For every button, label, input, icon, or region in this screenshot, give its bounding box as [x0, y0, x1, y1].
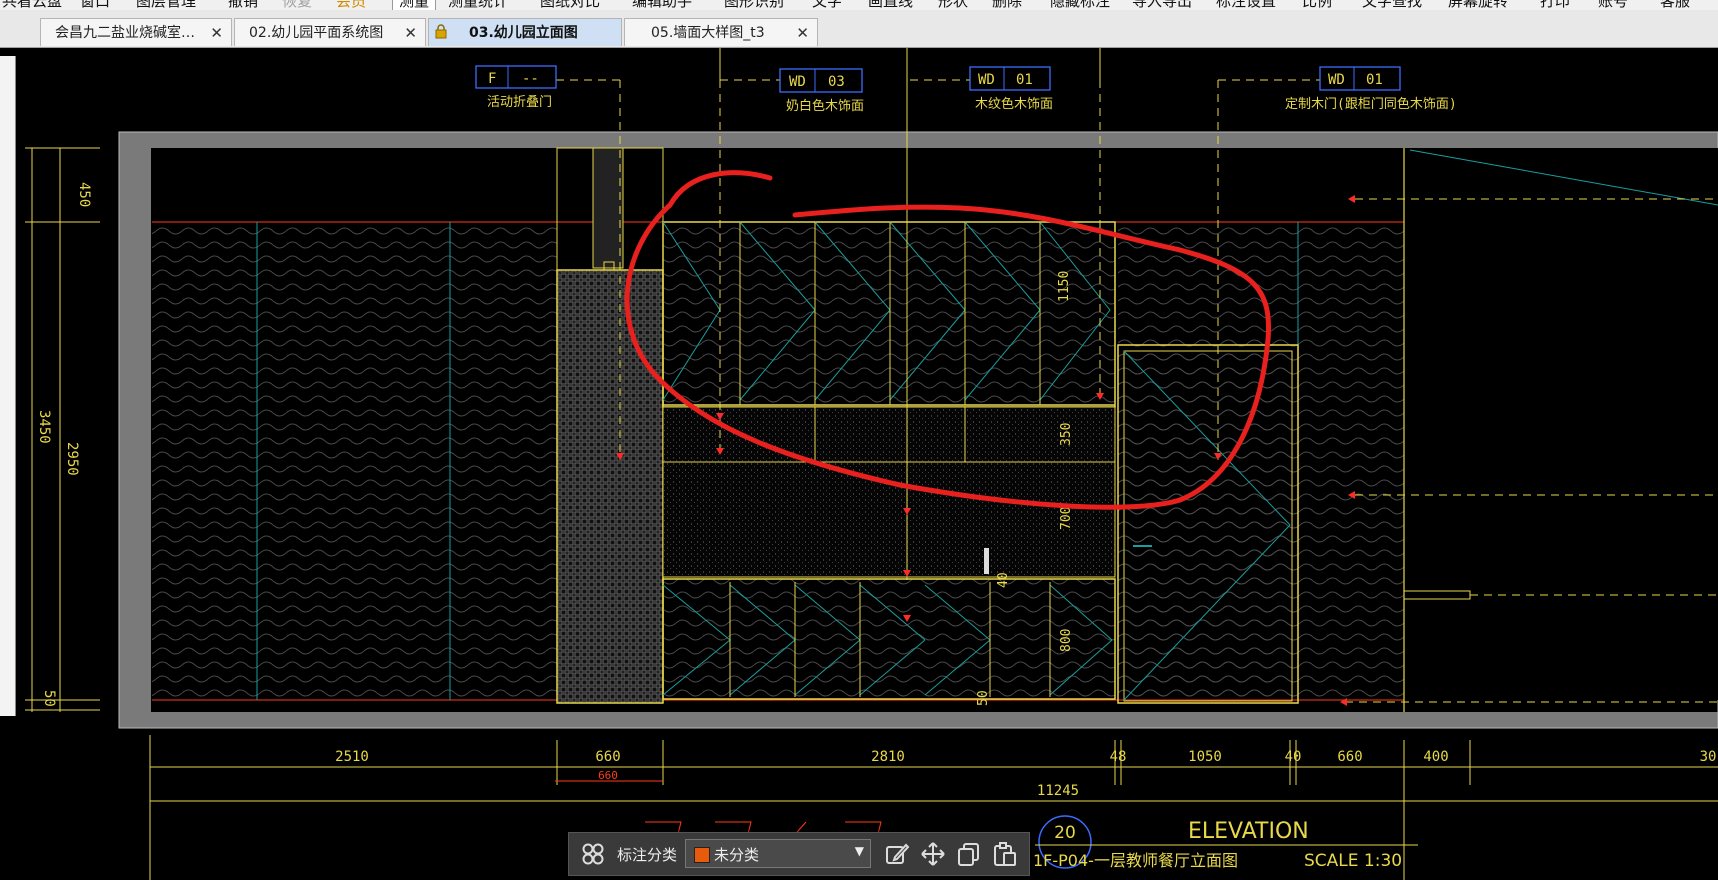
tag-code: F — [488, 71, 496, 87]
menu-item[interactable]: 导入导出 — [1132, 0, 1192, 10]
tab-label: 会昌九二盐业烧碱室… — [55, 25, 195, 41]
menu-item[interactable]: 共看云盘 — [2, 0, 62, 10]
annotation-category-label: 标注分类 — [617, 846, 678, 864]
dim-label: 30 — [1700, 749, 1717, 765]
dim-label: 40 — [996, 572, 1011, 588]
tag-code: WD — [978, 72, 995, 88]
drawing-number: 20 — [1054, 823, 1076, 843]
dim-label: 800 — [1059, 629, 1074, 652]
base-cabinet — [662, 578, 1116, 700]
menu-item[interactable]: 账号 — [1598, 0, 1628, 10]
category-color-swatch — [694, 847, 710, 863]
tag-number: -- — [522, 71, 539, 87]
drawing-subtitle: 1F-P04-一层教师餐厅立面图 — [1033, 851, 1238, 870]
document-tab-bar: 会昌九二盐业烧碱室… ✕ 02.幼儿园平面系统图 ✕ 03.幼儿园立面图 05.… — [0, 10, 1718, 48]
tag-number: 03 — [828, 74, 845, 90]
category-selected-value: 未分类 — [714, 846, 760, 864]
tag-description: 奶白色木饰面 — [786, 98, 864, 114]
edit-icon[interactable] — [883, 840, 911, 868]
dim-label: 3450 — [36, 410, 52, 444]
close-icon[interactable]: ✕ — [796, 19, 809, 46]
cad-drawing-canvas[interactable]: F -- 活动折叠门 WD 03 奶白色木饰面 WD 01 木纹色木饰面 WD … — [0, 48, 1718, 880]
dim-label: 40 — [1285, 749, 1302, 765]
left-side-panel[interactable] — [0, 56, 16, 716]
menu-item[interactable]: 删除 — [992, 0, 1022, 10]
left-dimension-labels: 450 3450 2950 50 — [36, 182, 92, 707]
dim-label: 400 — [1423, 749, 1448, 765]
menu-item[interactable]: 隐藏标注 — [1050, 0, 1110, 10]
dim-label: 660 — [1337, 749, 1362, 765]
drawing-title: ELEVATION — [1188, 819, 1309, 844]
menu-item[interactable]: 会员 — [336, 0, 366, 10]
tab-document-4[interactable]: 05.墙面大样图_t3 ✕ — [624, 18, 818, 46]
menu-item[interactable]: 恢复 — [282, 0, 312, 10]
tab-document-2[interactable]: 02.幼儿园平面系统图 ✕ — [234, 18, 426, 46]
tag-number: 01 — [1366, 72, 1383, 88]
dim-label: 2950 — [64, 442, 80, 476]
copy-icon[interactable] — [955, 840, 983, 868]
dim-label: 450 — [76, 182, 92, 207]
tag-description: 木纹色木饰面 — [975, 96, 1053, 112]
dim-label: 350 — [1059, 423, 1074, 446]
dim-label: 2510 — [335, 749, 369, 765]
upper-cabinet — [662, 221, 1116, 408]
chevron-down-icon: ▼ — [854, 844, 864, 858]
menu-item[interactable]: 撤销 — [228, 0, 258, 10]
drawing-scale: SCALE 1:30 — [1304, 851, 1402, 871]
tab-document-1[interactable]: 会昌九二盐业烧碱室… ✕ — [40, 18, 232, 46]
total-dimension: 11245 — [1037, 783, 1079, 799]
menu-item[interactable]: 窗口 — [80, 0, 110, 10]
dim-label: 660 — [598, 769, 618, 782]
dim-label: 1050 — [1188, 749, 1222, 765]
tag-code: WD — [789, 74, 806, 90]
tag-number: 01 — [1016, 72, 1033, 88]
move-icon[interactable] — [919, 840, 947, 868]
menu-item[interactable]: 编辑助手 — [632, 0, 692, 10]
menu-item[interactable]: 形状 — [938, 0, 968, 10]
tab-label: 03.幼儿园立面图 — [469, 25, 578, 41]
tab-label: 05.墙面大样图_t3 — [651, 25, 765, 41]
dim-label: 50 — [41, 690, 57, 707]
horizontal-dimension-labels: 2510 660 2810 48 1050 40 660 400 30 660 … — [335, 749, 1716, 799]
menu-item[interactable]: 屏幕旋转 — [1448, 0, 1508, 10]
dim-label: 660 — [595, 749, 620, 765]
menu-item[interactable]: 图纸对比 — [540, 0, 600, 10]
tag-description: 活动折叠门 — [487, 95, 552, 110]
custom-wood-door — [1117, 344, 1299, 704]
annotation-toolbar: 标注分类 未分类 ▼ — [568, 832, 1030, 876]
lock-icon — [435, 24, 447, 39]
menu-item[interactable]: 图层管理 — [136, 0, 196, 10]
menu-item[interactable]: 图形识别 — [724, 0, 784, 10]
tab-label: 02.幼儿园平面系统图 — [249, 25, 384, 41]
tag-code: WD — [1328, 72, 1345, 88]
menu-item[interactable]: 测量统计 — [448, 0, 508, 10]
tag-description: 定制木门(跟柜门同色木饰面) — [1285, 96, 1457, 112]
menu-item[interactable]: 画直线 — [868, 0, 913, 10]
menu-item[interactable]: 文字查找 — [1362, 0, 1422, 10]
menu-item[interactable]: 比例 — [1302, 0, 1332, 10]
menu-item[interactable]: 打印 — [1540, 0, 1570, 10]
dim-label: 48 — [1110, 749, 1127, 765]
menu-item[interactable]: 文字 — [812, 0, 842, 10]
dim-label: 1150 — [1057, 271, 1072, 302]
paste-icon[interactable] — [991, 840, 1019, 868]
dim-label: 2810 — [871, 749, 905, 765]
tab-document-3[interactable]: 03.幼儿园立面图 — [428, 18, 622, 46]
grid-icon[interactable] — [579, 840, 607, 868]
countertop-stone-band — [662, 406, 1116, 578]
menu-item[interactable]: 标注设置 — [1216, 0, 1276, 10]
annotation-category-select[interactable]: 未分类 ▼ — [685, 839, 871, 868]
close-icon[interactable]: ✕ — [404, 19, 417, 46]
material-tags: F -- 活动折叠门 WD 03 奶白色木饰面 WD 01 木纹色木饰面 WD … — [475, 65, 1457, 114]
menu-item[interactable]: 客服 — [1660, 0, 1690, 10]
close-icon[interactable]: ✕ — [210, 19, 223, 46]
dim-label: 700 — [1059, 507, 1074, 530]
dim-label: 50 — [976, 690, 991, 706]
